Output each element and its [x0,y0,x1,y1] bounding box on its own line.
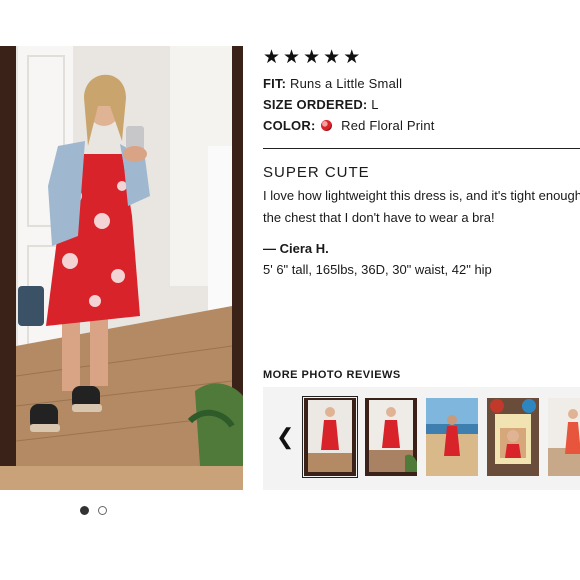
photo-review-thumb[interactable] [302,396,358,478]
size-row: SIZE ORDERED: L [263,94,580,115]
carousel-indicator [80,506,107,515]
fit-value: Runs a Little Small [290,76,403,91]
color-row: COLOR: Red Floral Print [263,115,580,136]
color-value: Red Floral Print [341,118,435,133]
divider [263,148,580,149]
review-body-line: I love how lightweight this dress is, an… [263,188,580,203]
size-value: L [371,97,379,112]
star-icon: ★ [283,47,301,68]
color-swatch-icon [321,120,333,131]
size-label: SIZE ORDERED: [263,97,368,112]
photo-review-thumb[interactable] [426,398,478,476]
review-body: I love how lightweight this dress is, an… [263,185,580,229]
photo-review-thumb[interactable] [365,398,417,476]
review-title: SUPER CUTE [263,164,370,181]
carousel-dot-1[interactable] [80,506,89,515]
more-photo-reviews-heading: MORE PHOTO REVIEWS [263,369,401,381]
fit-label: FIT: [263,76,287,91]
review-meta: ★ ★ ★ ★ ★ FIT: Runs a Little Small SIZE … [263,48,580,136]
color-label: COLOR: [263,118,316,133]
reviewer-stats: 5' 6" tall, 165lbs, 36D, 30" waist, 42" … [263,262,492,277]
fit-row: FIT: Runs a Little Small [263,73,580,94]
photo-review-thumb[interactable] [487,398,539,476]
star-icon: ★ [343,47,361,68]
star-icon: ★ [303,47,321,68]
star-rating: ★ ★ ★ ★ ★ [263,48,580,67]
star-icon: ★ [263,47,281,68]
star-icon: ★ [323,47,341,68]
chevron-left-icon[interactable]: ❮ [276,426,294,448]
main-review-photo [0,46,243,490]
review-author: — Ciera H. [263,241,329,256]
carousel-dot-2[interactable] [98,506,107,515]
photo-review-carousel: ❮ [263,387,580,490]
photo-review-thumb[interactable] [548,398,580,476]
review-body-line: the chest that I don't have to wear a br… [263,210,495,225]
